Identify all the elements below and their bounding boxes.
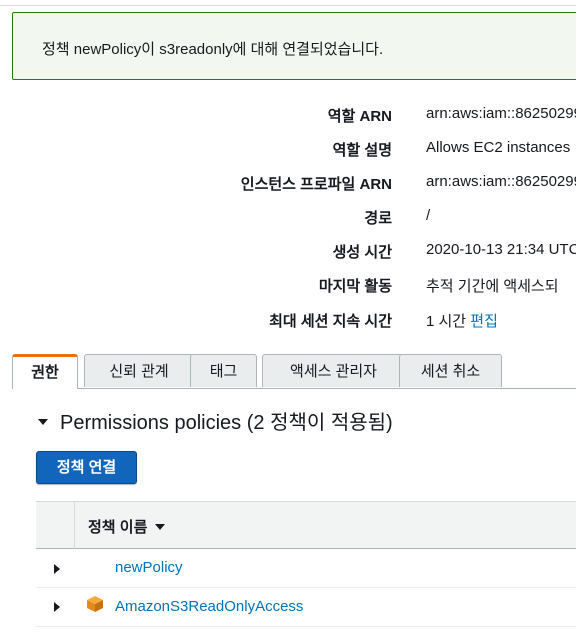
role-description-value: Allows EC2 instances xyxy=(426,139,571,156)
tab-permissions[interactable]: 권한 xyxy=(12,354,78,389)
creation-time-label: 생성 시간 xyxy=(332,244,392,261)
role-description-label: 역할 설명 xyxy=(332,142,392,159)
policy-name-column-header[interactable]: 정책 이름 xyxy=(88,516,166,537)
tab-access-advisor[interactable]: 액세스 관리자 xyxy=(262,354,405,387)
summary-row-instance-profile-arn: 인스턴스 프로파일 ARN arn:aws:iam::86250299 xyxy=(0,168,576,198)
summary-row-creation-time: 생성 시간 2020-10-13 21:34 UTC xyxy=(0,236,576,266)
instance-profile-arn-value: arn:aws:iam::86250299 xyxy=(426,173,576,190)
policy-link-newpolicy[interactable]: newPolicy xyxy=(115,559,183,576)
top-divider xyxy=(0,5,576,6)
creation-time-value: 2020-10-13 21:34 UTC xyxy=(426,241,576,258)
summary-row-role-arn: 역할 ARN arn:aws:iam::86250299 xyxy=(0,100,576,130)
policy-link-amazons3readonlyaccess[interactable]: AmazonS3ReadOnlyAccess xyxy=(115,598,303,615)
summary-row-role-description: 역할 설명 Allows EC2 instances xyxy=(0,134,576,164)
column-divider xyxy=(74,501,75,549)
policy-name-column-label: 정책 이름 xyxy=(88,519,148,536)
instance-profile-arn-label: 인스턴스 프로파일 ARN xyxy=(240,176,392,193)
summary-row-max-session-duration: 최대 세션 지속 시간 1 시간 편집 xyxy=(0,305,576,335)
max-session-duration-value-wrap: 1 시간 편집 xyxy=(426,310,498,331)
last-activity-value: 추적 기간에 액세스되 xyxy=(426,278,559,295)
attach-policy-button[interactable]: 정책 연결 xyxy=(36,451,137,484)
role-tabs: 권한 신뢰 관계 태그 액세스 관리자 세션 취소 xyxy=(12,354,576,389)
tab-revoke-sessions[interactable]: 세션 취소 xyxy=(399,354,502,387)
success-alert: 정책 newPolicy이 s3readonly에 대해 연결되었습니다. xyxy=(12,12,576,80)
path-label: 경로 xyxy=(364,210,392,227)
role-arn-value: arn:aws:iam::86250299 xyxy=(426,105,576,122)
role-arn-label: 역할 ARN xyxy=(327,108,392,125)
max-session-duration-value: 1 시간 xyxy=(426,313,467,330)
sort-descending-icon xyxy=(155,524,166,531)
max-session-duration-label: 최대 세션 지속 시간 xyxy=(269,313,392,330)
path-value: / xyxy=(426,207,431,224)
edit-session-duration-link[interactable]: 편집 xyxy=(470,313,498,330)
collapse-caret-icon xyxy=(38,418,48,425)
tab-tags[interactable]: 태그 xyxy=(190,354,257,387)
tab-trust-relationships[interactable]: 신뢰 관계 xyxy=(84,354,194,387)
permissions-policies-header[interactable]: Permissions policies (2 정책이 적용됨) xyxy=(38,406,393,435)
summary-row-last-activity: 마지막 활동 추적 기간에 액세스되 xyxy=(0,270,576,300)
expand-row-icon[interactable] xyxy=(54,602,60,612)
expand-row-icon[interactable] xyxy=(54,564,60,574)
alert-message: 정책 newPolicy이 s3readonly에 대해 연결되었습니다. xyxy=(42,41,384,58)
aws-managed-cube-icon xyxy=(87,596,103,612)
summary-row-path: 경로 / xyxy=(0,202,576,232)
permissions-policies-title: Permissions policies (2 정책이 적용됨) xyxy=(60,412,393,434)
last-activity-label: 마지막 활동 xyxy=(318,278,392,295)
